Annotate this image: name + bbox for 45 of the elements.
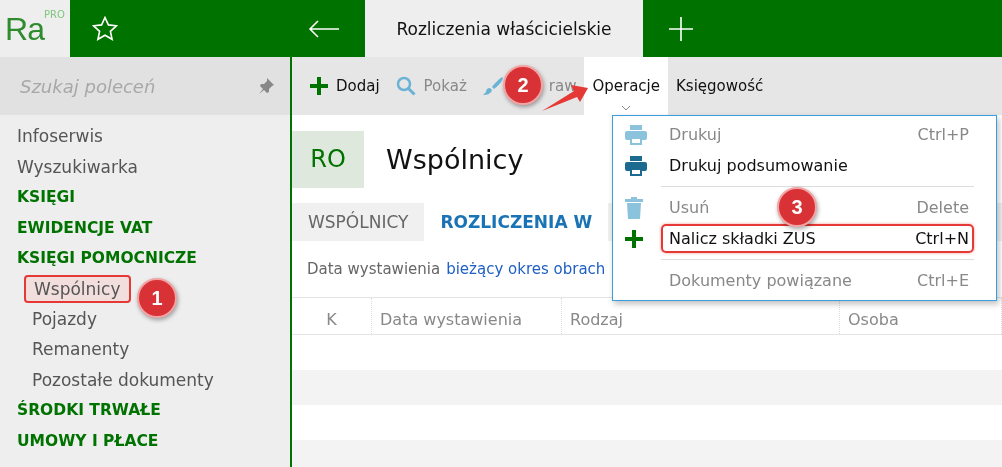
tab[interactable]: WSPÓLNICY xyxy=(292,203,425,241)
pin-icon[interactable] xyxy=(258,78,274,94)
sidebar-item[interactable]: Remanenty xyxy=(24,334,138,365)
menu-item[interactable]: Nalicz składki ZUS xyxy=(669,229,816,248)
star-icon[interactable] xyxy=(92,16,118,41)
sidebar-section[interactable]: UMOWY I PŁACE xyxy=(0,425,159,456)
app-logo: Ra xyxy=(5,12,44,45)
shortcut-text: Delete xyxy=(916,198,969,217)
brush-icon xyxy=(482,76,503,96)
shortcut-text: Ctrl+E xyxy=(917,271,969,290)
sidebar-item[interactable]: Wspólnicy xyxy=(24,274,131,303)
sidebar-item[interactable]: Pozostałe dokumenty xyxy=(24,364,222,395)
search-box[interactable]: Szukaj poleceń xyxy=(0,57,290,115)
chevron-icon xyxy=(621,105,632,111)
printer-icon xyxy=(625,155,647,176)
back-arrow-icon[interactable] xyxy=(308,19,340,38)
plus-icon xyxy=(310,77,328,95)
menu-item[interactable]: Drukuj podsumowanie xyxy=(669,156,848,175)
filter-label: Data wystawienia xyxy=(307,260,441,278)
module-badge: RO xyxy=(292,130,364,188)
tab[interactable]: ROZLICZENIA W xyxy=(424,203,609,241)
search-icon xyxy=(395,76,416,96)
toolbar-button[interactable]: Dodaj xyxy=(302,57,388,115)
window-title[interactable]: Rozliczenia właścicielskie xyxy=(365,0,643,57)
toolbar-button[interactable]: Księgowość xyxy=(668,57,772,115)
sidebar-section[interactable]: KSIĘGI POMOCNICZE xyxy=(0,243,197,274)
sidebar-section[interactable]: KSIĘGI xyxy=(0,182,76,213)
search-field[interactable]: Szukaj poleceń xyxy=(18,74,238,98)
printer-icon xyxy=(625,124,647,145)
sidebar-item[interactable]: Pojazdy xyxy=(24,303,105,334)
trash-icon xyxy=(625,196,643,219)
column-header[interactable]: Data wystawienia xyxy=(372,298,562,334)
plus-icon[interactable] xyxy=(669,16,693,41)
shortcut-text: Ctrl+P xyxy=(917,125,969,144)
sidebar-section[interactable]: ŚRODKI TRWAŁE xyxy=(0,395,161,426)
toolbar-button[interactable]: Operacje xyxy=(584,57,668,115)
sidebar-section[interactable]: EWIDENCJE VAT xyxy=(0,212,153,243)
column-header[interactable]: K xyxy=(292,298,372,334)
page-title: Wspólnicy xyxy=(386,143,524,175)
plus-icon xyxy=(625,229,643,248)
sidebar-item[interactable]: Infoserwis xyxy=(0,121,103,152)
filter-link[interactable]: bieżący okres obrach xyxy=(446,260,606,278)
edition-label: PRO xyxy=(44,10,65,20)
shortcut-text: Ctrl+N xyxy=(915,229,969,248)
sidebar-item[interactable]: Wyszukiwarka xyxy=(0,151,138,182)
